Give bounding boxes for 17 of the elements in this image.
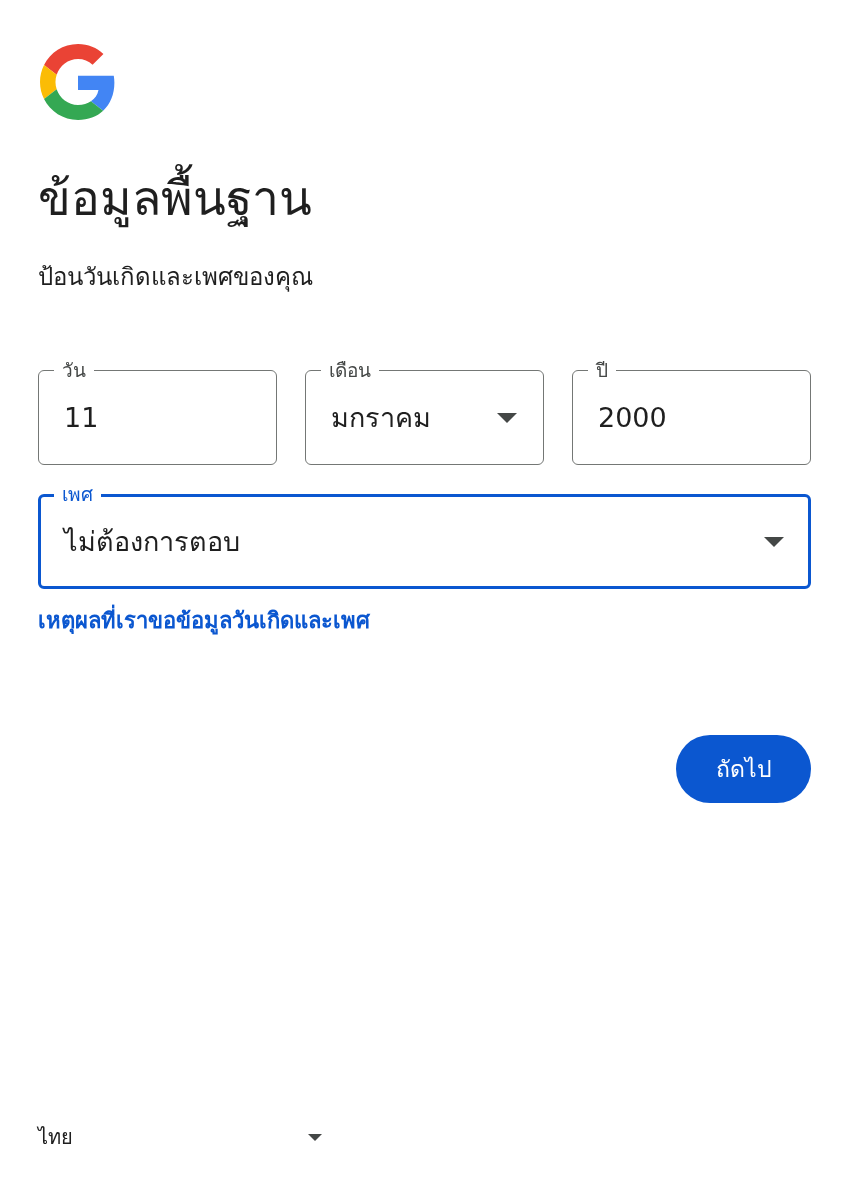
year-field[interactable]: ปี 2000 <box>572 357 811 465</box>
caret-icon <box>308 1133 322 1141</box>
field-value: มกราคม <box>331 400 432 435</box>
caret-icon <box>764 536 784 547</box>
page-title: ข้อมูลพื้นฐาน <box>38 166 312 230</box>
day-field[interactable]: วัน 11 <box>38 357 277 465</box>
gender-select[interactable]: เพศ ไม่ต้องการตอบ <box>38 481 811 589</box>
info-link[interactable]: เหตุผลที่เราขอข้อมูลวันเกิดและเพศ <box>38 605 370 637</box>
page-subtitle: ป้อนวันเกิดและเพศของคุณ <box>38 262 313 294</box>
month-select[interactable]: เดือน มกราคม <box>305 357 544 465</box>
field-value: ไม่ต้องการตอบ <box>64 524 241 559</box>
language-select[interactable]: ไทย <box>38 1122 322 1152</box>
caret-icon <box>497 412 517 423</box>
language-value: ไทย <box>38 1124 73 1151</box>
next-button[interactable]: ถัดไป <box>676 735 811 803</box>
field-value: 11 <box>64 400 100 435</box>
field-value: 2000 <box>598 400 668 435</box>
